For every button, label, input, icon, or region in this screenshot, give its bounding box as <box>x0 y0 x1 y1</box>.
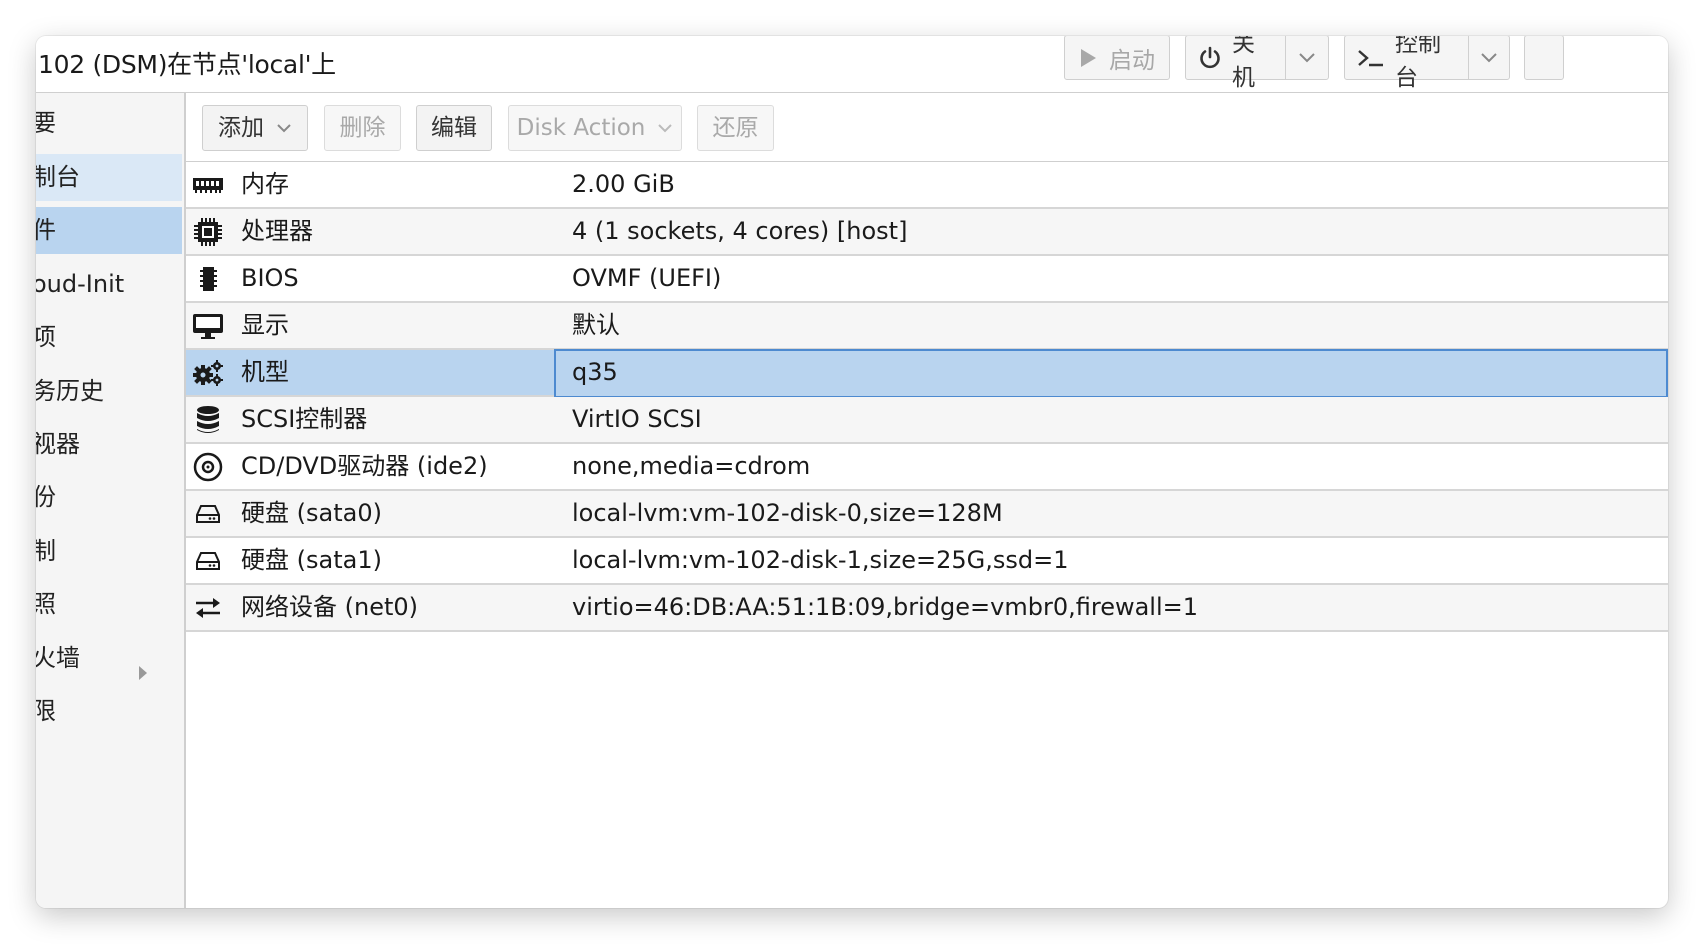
remove-button[interactable]: 删除 <box>324 105 401 151</box>
nav-item-monitor[interactable]: 视器 <box>36 421 182 468</box>
cdrom-icon <box>191 444 225 489</box>
table-row[interactable]: 内存 2.00 GiB <box>186 162 1668 209</box>
nav-item-task-history[interactable]: 务历史 <box>36 368 182 415</box>
network-icon <box>191 585 225 630</box>
cpu-icon <box>191 209 225 254</box>
expand-arrow-icon[interactable] <box>138 650 148 682</box>
chevron-down-icon <box>657 123 673 133</box>
nav-item-console[interactable]: 制台 <box>36 154 182 201</box>
monitor-icon <box>191 303 225 348</box>
hardware-panel: 添加 删除 编辑 Disk Action 还原 内存 2.00 GiB 处理器 … <box>186 93 1668 908</box>
console-menu-toggle[interactable] <box>1467 36 1509 79</box>
hardware-toolbar: 添加 删除 编辑 Disk Action 还原 <box>186 93 1668 162</box>
start-label: 启动 <box>1109 47 1155 74</box>
table-row-selected[interactable]: 机型 q35 <box>186 349 1668 398</box>
nav-item-replication[interactable]: 制 <box>36 528 182 575</box>
add-button[interactable]: 添加 <box>202 105 308 151</box>
nav-item-snapshots[interactable]: 照 <box>36 581 182 628</box>
hdd-icon <box>191 491 225 536</box>
hdd-icon <box>191 538 225 583</box>
nav-item-permissions[interactable]: 限 <box>36 688 182 735</box>
chevron-down-icon <box>1299 52 1315 62</box>
nav-item-summary[interactable]: 要 <box>36 100 182 147</box>
gears-icon <box>191 350 225 395</box>
hardware-table: 内存 2.00 GiB 处理器 4 (1 sockets, 4 cores) [… <box>186 162 1668 632</box>
database-icon <box>191 397 225 442</box>
bios-chip-icon <box>191 256 225 301</box>
table-row[interactable]: 显示 默认 <box>186 303 1668 350</box>
disk-action-button[interactable]: Disk Action <box>508 105 682 151</box>
nav-item-firewall[interactable]: 火墙 <box>36 635 182 682</box>
console-label: 控制台 <box>1395 36 1441 91</box>
chevron-down-icon <box>276 123 292 133</box>
table-row[interactable]: 网络设备 (net0) virtio=46:DB:AA:51:1B:09,bri… <box>186 585 1668 632</box>
memory-icon <box>191 162 225 207</box>
vm-nav-sidebar: 要 制台 件 oud-Init 项 务历史 视器 份 制 照 火墙 限 <box>36 93 186 908</box>
vm-window: 102 (DSM)在节点'local'上 启动 关机 控制台 要 制台 件 ou… <box>36 36 1668 908</box>
console-button[interactable]: 控制台 <box>1344 36 1510 91</box>
chevron-down-icon <box>1481 52 1497 62</box>
page-title: 102 (DSM)在节点'local'上 <box>38 50 336 79</box>
table-row[interactable]: CD/DVD驱动器 (ide2) none,media=cdrom <box>186 444 1668 491</box>
nav-item-options[interactable]: 项 <box>36 314 182 361</box>
start-button[interactable]: 启动 <box>1064 36 1170 80</box>
edit-button[interactable]: 编辑 <box>416 105 492 151</box>
table-row[interactable]: 处理器 4 (1 sockets, 4 cores) [host] <box>186 209 1668 256</box>
nav-item-cloud-init[interactable]: oud-Init <box>36 261 182 308</box>
vm-header: 102 (DSM)在节点'local'上 启动 关机 控制台 <box>36 36 1668 93</box>
nav-item-hardware[interactable]: 件 <box>36 207 182 254</box>
table-row[interactable]: 硬盘 (sata1) local-lvm:vm-102-disk-1,size=… <box>186 538 1668 585</box>
terminal-icon <box>1357 48 1385 68</box>
table-row[interactable]: SCSI控制器 VirtIO SCSI <box>186 397 1668 444</box>
more-button[interactable] <box>1524 36 1564 80</box>
revert-button[interactable]: 还原 <box>697 105 774 151</box>
play-icon <box>1077 47 1099 69</box>
shutdown-button[interactable]: 关机 <box>1185 36 1329 91</box>
shutdown-menu-toggle[interactable] <box>1285 36 1328 79</box>
table-row[interactable]: 硬盘 (sata0) local-lvm:vm-102-disk-0,size=… <box>186 491 1668 538</box>
table-row[interactable]: BIOS OVMF (UEFI) <box>186 256 1668 303</box>
shutdown-label: 关机 <box>1232 36 1255 91</box>
power-icon <box>1198 46 1222 70</box>
nav-item-backup[interactable]: 份 <box>36 474 182 521</box>
